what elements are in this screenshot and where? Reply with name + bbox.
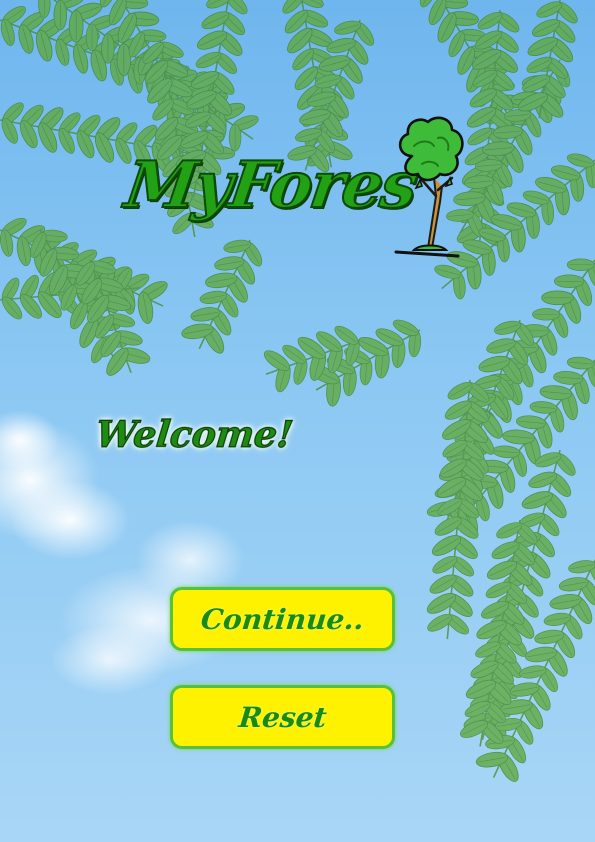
- app-screen: MyFores Welcome! Continue.. Reset: [0, 0, 595, 842]
- reset-button-label: Reset: [236, 700, 329, 734]
- tree-icon: [394, 116, 464, 258]
- reset-button[interactable]: Reset: [170, 685, 395, 749]
- continue-button[interactable]: Continue..: [170, 587, 395, 651]
- continue-button-label: Continue..: [199, 602, 366, 636]
- welcome-heading: Welcome!: [93, 413, 296, 456]
- app-title: MyFores: [120, 147, 422, 224]
